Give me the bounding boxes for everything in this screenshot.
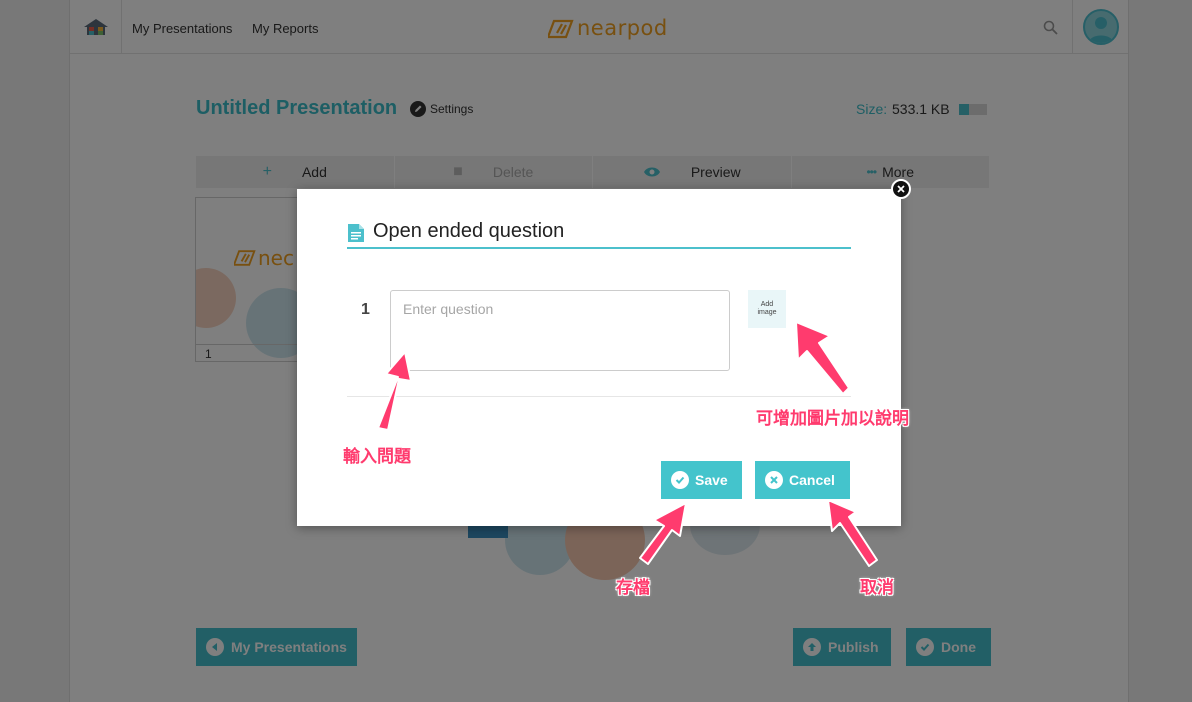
arrow-to-save — [639, 502, 687, 565]
arrow-to-add-image — [795, 321, 850, 395]
arrow-to-cancel — [827, 499, 878, 567]
annotation-arrows — [377, 321, 878, 567]
annotation-enter-question: 輸入問題 — [343, 447, 411, 467]
arrow-to-question-input — [377, 351, 412, 431]
annotation-cancel-hint: 取消 — [860, 578, 894, 598]
annotation-add-image-hint: 可增加圖片加以說明 — [756, 409, 909, 429]
annotation-save-hint: 存檔 — [616, 578, 650, 598]
